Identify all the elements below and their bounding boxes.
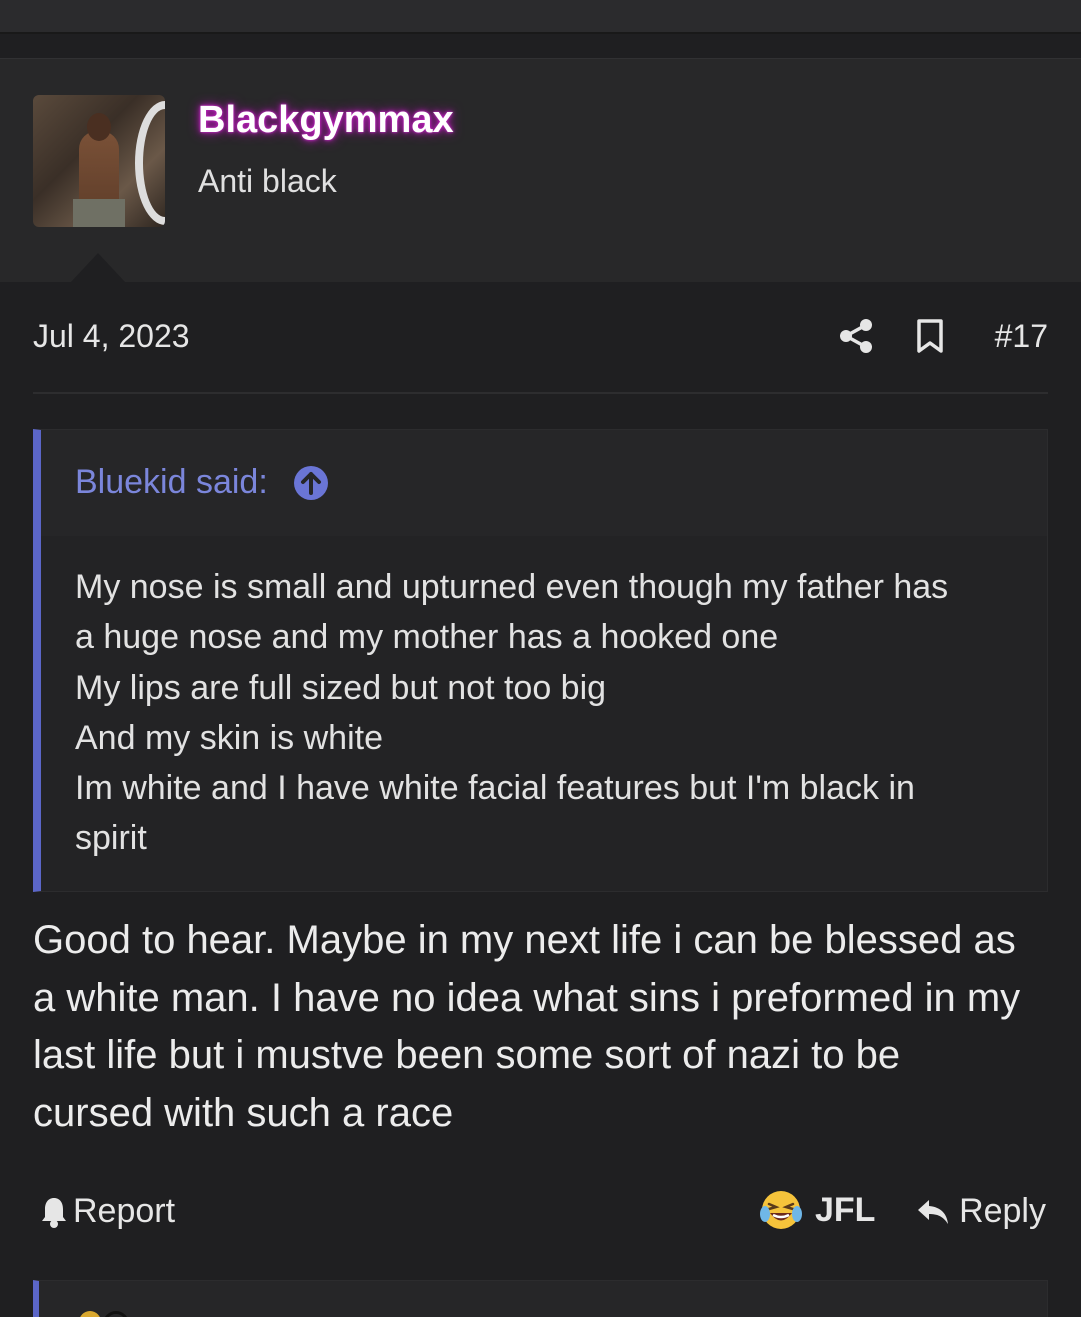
avatar-mirror-shape (135, 101, 165, 225)
message-line: a white man. I have no idea what sins i … (33, 975, 1021, 1020)
post-date[interactable]: Jul 4, 2023 (33, 318, 190, 355)
arrow-up-circle-icon[interactable] (293, 465, 329, 501)
message-line: last life but i mustve been some sort of… (33, 1033, 901, 1078)
crying-laughing-emoji-icon (760, 1191, 802, 1229)
bell-icon (42, 1197, 66, 1228)
reaction-label: JFL (815, 1190, 876, 1229)
message-line: Good to hear. Maybe in my next life i ca… (33, 918, 1016, 962)
user-title: Anti black (198, 163, 337, 199)
post-actions-bar: Report JFL Reply (33, 1180, 1048, 1246)
post-message-body: Good to hear. Maybe in my next life i ca… (33, 912, 1063, 1143)
reply-label: Reply (959, 1192, 1046, 1230)
report-label: Report (73, 1192, 176, 1230)
quote-author[interactable]: Bluekid said: (75, 463, 268, 502)
message-line: cursed with such a race (33, 1091, 454, 1136)
quote-block: Bluekid said: My nose is small and uptur… (33, 429, 1048, 892)
quote-line: And my skin is white (75, 718, 383, 757)
next-post-quote-peek (33, 1280, 1048, 1317)
reply-button[interactable]: Reply (915, 1192, 1046, 1231)
avatar-pants-shape (73, 199, 125, 227)
circle-icon (103, 1311, 129, 1317)
avatar[interactable] (33, 95, 165, 227)
quote-line: spirit (75, 819, 147, 858)
header-pointer (70, 253, 126, 283)
quote-content: My nose is small and upturned even thoug… (75, 562, 1025, 864)
post-meta-bar: Jul 4, 2023 #17 (33, 282, 1048, 394)
post-number-link[interactable]: #17 (995, 318, 1048, 355)
quote-line: Im white and I have white facial feature… (75, 769, 915, 808)
top-bar (0, 0, 1081, 34)
bookmark-icon[interactable] (915, 318, 945, 354)
share-icon[interactable] (839, 318, 873, 354)
reply-arrow-icon (918, 1199, 949, 1224)
report-button[interactable]: Report (39, 1192, 175, 1231)
avatar-head-shape (87, 113, 111, 141)
username-link[interactable]: Blackgymmax (198, 99, 454, 142)
quote-line: My lips are full sized but not too big (75, 668, 607, 707)
spacer-band (0, 36, 1081, 58)
quote-header[interactable]: Bluekid said: (41, 430, 1047, 536)
quote-line: My nose is small and upturned even thoug… (75, 568, 949, 606)
post-user-header: Blackgymmax Anti black (0, 58, 1081, 283)
reaction-button[interactable]: JFL (759, 1188, 875, 1232)
emoji-icon (79, 1311, 101, 1317)
quote-line: a huge nose and my mother has a hooked o… (75, 618, 779, 657)
